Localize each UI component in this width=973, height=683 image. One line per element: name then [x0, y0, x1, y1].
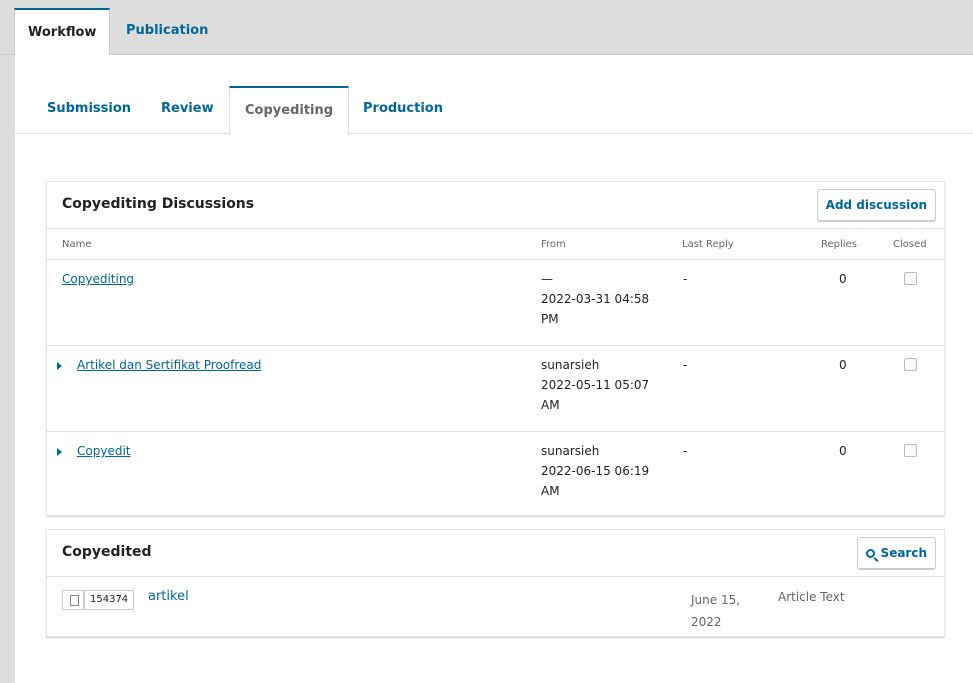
file-date-line1: June 15, — [691, 593, 741, 607]
last-reply: - — [683, 272, 688, 286]
tab-publication[interactable]: Publication — [126, 8, 208, 56]
column-header-name: Name — [62, 239, 92, 250]
last-reply: - — [683, 358, 688, 372]
from-time-suffix: AM — [541, 484, 560, 498]
copyedited-title: Copyedited — [62, 544, 152, 560]
discussion-from: sunarsieh 2022-05-11 05:07 AM — [541, 355, 649, 415]
tab-workflow[interactable]: Workflow — [14, 8, 111, 56]
table-row: Copyedit sunarsieh 2022-06-15 06:19 AM -… — [47, 432, 944, 518]
discussion-from: — 2022-03-31 04:58 PM — [541, 269, 649, 329]
closed-checkbox[interactable] — [904, 358, 917, 371]
table-row: Artikel dan Sertifikat Proofread sunarsi… — [47, 346, 944, 432]
column-header-replies: Replies — [821, 239, 857, 250]
tab-submission[interactable]: Submission — [47, 86, 131, 134]
from-user: sunarsieh — [541, 358, 600, 372]
discussion-link[interactable]: Artikel dan Sertifikat Proofread — [77, 358, 261, 372]
copyedited-header: Copyedited Search — [47, 530, 944, 577]
stage-tab-bar: Submission Review Copyediting Production — [15, 86, 973, 135]
discussion-link[interactable]: Copyedit — [77, 444, 130, 458]
expand-arrow-icon[interactable] — [57, 448, 62, 456]
search-button-label: Search — [880, 546, 927, 560]
top-tab-bar: Workflow Publication — [0, 0, 973, 56]
replies-count: 0 — [839, 358, 847, 372]
copyediting-discussions-panel: Copyediting Discussions Add discussion N… — [46, 181, 945, 516]
closed-checkbox[interactable] — [904, 272, 917, 285]
from-date: 2022-06-15 06:19 — [541, 464, 650, 478]
replies-count: 0 — [839, 272, 847, 286]
discussion-from: sunarsieh 2022-06-15 06:19 AM — [541, 441, 649, 501]
file-name-link[interactable]: artikel — [148, 589, 189, 604]
tab-copyediting[interactable]: Copyediting — [229, 86, 350, 135]
closed-checkbox[interactable] — [904, 444, 917, 457]
replies-count: 0 — [839, 444, 847, 458]
expand-arrow-icon[interactable] — [57, 362, 62, 370]
search-icon — [865, 549, 875, 558]
search-button[interactable]: Search — [856, 537, 936, 569]
from-time-suffix: AM — [541, 398, 560, 412]
file-type: Article Text — [778, 590, 845, 604]
file-row: 154374 artikel June 15, 2022 Article Tex… — [47, 577, 944, 637]
from-date: 2022-05-11 05:07 — [541, 378, 650, 392]
last-reply: - — [683, 444, 688, 458]
from-time-suffix: PM — [541, 312, 559, 326]
tab-production[interactable]: Production — [363, 86, 443, 134]
column-header-closed: Closed — [893, 239, 927, 250]
document-icon — [62, 590, 84, 610]
file-date: June 15, 2022 — [691, 589, 740, 633]
table-row: Copyediting — 2022-03-31 04:58 PM - 0 — [47, 260, 944, 346]
discussion-link[interactable]: Copyediting — [62, 272, 134, 286]
from-user: sunarsieh — [541, 444, 600, 458]
copyedited-panel: Copyedited Search 154374 artikel June 15… — [46, 529, 945, 637]
from-user: — — [541, 272, 553, 286]
add-discussion-button[interactable]: Add discussion — [816, 189, 936, 221]
tab-review[interactable]: Review — [161, 86, 214, 134]
workflow-page: Submission Review Copyediting Production… — [14, 55, 973, 683]
file-id: 154374 — [84, 590, 135, 610]
discussions-header: Copyediting Discussions Add discussion — [47, 182, 944, 229]
from-date: 2022-03-31 04:58 — [541, 292, 650, 306]
column-header-from: From — [541, 239, 566, 250]
column-header-last-reply: Last Reply — [682, 239, 734, 250]
file-date-line2: 2022 — [691, 615, 722, 629]
discussions-title: Copyediting Discussions — [62, 196, 255, 212]
